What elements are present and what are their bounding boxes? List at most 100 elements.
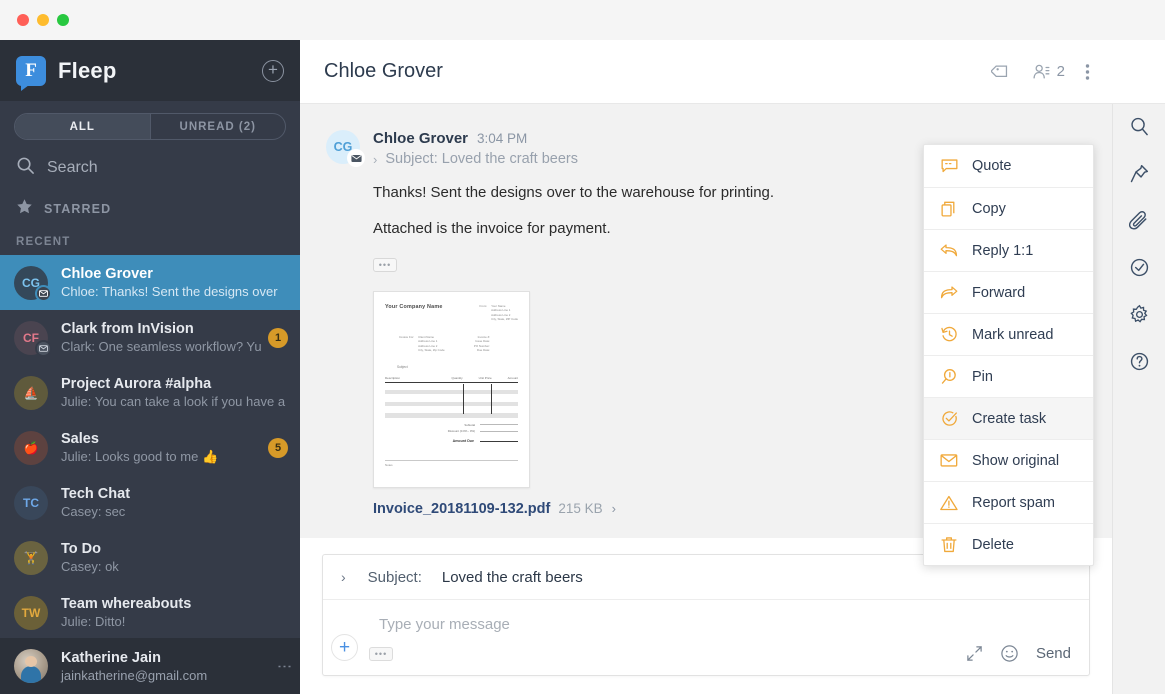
paperclip-icon[interactable]	[1128, 210, 1150, 231]
current-user-bar[interactable]: Katherine Jain jainkatherine@gmail.com ⋮	[0, 638, 300, 694]
filter-tab-all[interactable]: ALL	[15, 114, 150, 139]
minimize-window-button[interactable]	[37, 14, 49, 26]
avatar-initials: TW	[21, 605, 41, 620]
avatar: CG	[326, 130, 365, 167]
message-more-button[interactable]: •••	[373, 257, 397, 272]
compose-placeholder: Type your message	[379, 616, 510, 633]
context-menu-item-create-task[interactable]: Create task	[924, 397, 1093, 439]
context-menu-item-pin[interactable]: Pin	[924, 355, 1093, 397]
conversation-preview: Julie: Ditto!	[61, 614, 126, 629]
context-menu-item-quote[interactable]: Quote	[924, 145, 1093, 187]
quote-icon	[938, 158, 960, 174]
conversation-item-clark-from-invision[interactable]: CF Clark from InVision Clark: One seamle…	[0, 310, 300, 365]
conversation-item-project-aurora-alpha[interactable]: ⛵ Project Aurora #alpha Julie: You can t…	[0, 365, 300, 420]
check-circle-icon[interactable]	[1129, 257, 1150, 278]
conversation-header: Chloe Grover 2	[300, 40, 1112, 104]
email-badge-icon	[35, 284, 52, 302]
context-menu-label: Pin	[972, 368, 993, 385]
invoice-col-amount: Amount	[507, 375, 518, 380]
invoice-totals: Subtotal Discount (0.0% - 0%)	[385, 423, 518, 434]
search-input[interactable]: Search	[0, 146, 300, 190]
email-badge-icon	[347, 149, 365, 167]
members-button[interactable]: 2	[1031, 62, 1065, 82]
search-icon[interactable]	[1129, 116, 1150, 137]
tag-icon[interactable]	[990, 62, 1011, 82]
filter-tab-unread[interactable]: UNREAD (2)	[149, 114, 286, 139]
unread-badge: 1	[268, 327, 288, 348]
compose-format-button[interactable]: •••	[369, 646, 393, 661]
context-menu-item-copy[interactable]: Copy	[924, 187, 1093, 229]
maximize-window-button[interactable]	[57, 14, 69, 26]
expand-icon[interactable]	[966, 645, 983, 662]
context-menu-item-forward[interactable]: Forward	[924, 271, 1093, 313]
window-titlebar	[0, 0, 1165, 40]
context-menu-label: Create task	[972, 410, 1047, 427]
new-conversation-button[interactable]: +	[262, 59, 284, 82]
compose-message-input[interactable]: Type your message	[323, 600, 1089, 634]
attachment-filename[interactable]: Invoice_20181109-132.pdf	[373, 501, 550, 517]
conversation-item-chloe-grover[interactable]: CG Chloe Grover Chloe: Thanks! Sent the …	[0, 255, 300, 310]
forward-icon	[938, 285, 960, 300]
close-window-button[interactable]	[17, 14, 29, 26]
invoice-due-label: Amount Due	[452, 439, 474, 444]
compose-box: › Subject: Loved the craft beers Type yo…	[322, 554, 1090, 676]
attachment-preview[interactable]: Your Company Name From: Your Name Address…	[373, 290, 530, 488]
chevron-right-icon[interactable]: ›	[612, 501, 616, 516]
invoice-subject-label: Subject	[397, 364, 408, 369]
user-name: Katherine Jain	[61, 649, 161, 666]
avatar: CG	[14, 265, 52, 302]
compose-footer: + ••• Send	[323, 634, 1089, 675]
context-menu-label: Forward	[972, 284, 1026, 301]
context-menu-item-reply-1-1[interactable]: Reply 1:1	[924, 229, 1093, 271]
conversation-meta: Tech Chat Casey: sec	[61, 486, 288, 519]
invoice-col-quantity: Quantity	[451, 375, 463, 380]
conversation-preview: Chloe: Thanks! Sent the designs over	[61, 284, 278, 299]
message-context-menu: Quote Copy Reply 1:1 Forward Mark unread…	[923, 144, 1094, 566]
conversation-menu-button[interactable]	[1085, 63, 1090, 81]
emoji-icon[interactable]	[1000, 644, 1019, 663]
compose-subject-input[interactable]: Loved the craft beers	[442, 569, 583, 586]
conversation-meta: Clark from InVision Clark: One seamless …	[61, 321, 268, 354]
copy-icon	[938, 201, 960, 217]
invoice-col-description: Description	[385, 375, 401, 380]
avatar: TW	[14, 595, 48, 630]
context-menu-item-mark-unread[interactable]: Mark unread	[924, 313, 1093, 355]
sidebar-item-starred[interactable]: STARRED	[0, 190, 300, 230]
filter-toggle: ALL UNREAD (2)	[0, 101, 300, 146]
help-icon[interactable]	[1129, 351, 1150, 372]
pin-icon[interactable]	[1129, 163, 1150, 184]
invoice-table: Description Quantity Unit Price Amount	[385, 376, 518, 418]
conversation-item-to-do[interactable]: 🏋 To Do Casey: ok	[0, 530, 300, 585]
send-button[interactable]: Send	[1036, 645, 1071, 662]
context-menu-item-show-original[interactable]: Show original	[924, 439, 1093, 481]
conversation-meta: Team whereabouts Julie: Ditto!	[61, 596, 288, 629]
check-circle-icon	[938, 410, 960, 427]
avatar: TC	[14, 485, 48, 520]
context-menu-item-delete[interactable]: Delete	[924, 523, 1093, 565]
conversation-name: Chloe Grover	[61, 266, 153, 282]
chevron-right-icon[interactable]: ›	[341, 569, 346, 585]
chevron-right-icon: ›	[373, 151, 378, 167]
attach-add-button[interactable]: +	[331, 634, 358, 661]
avatar: 🍎	[14, 430, 48, 465]
avatar-initials: TC	[23, 495, 39, 510]
conversation-item-team-whereabouts[interactable]: TW Team whereabouts Julie: Ditto!	[0, 585, 300, 638]
conversation-item-tech-chat[interactable]: TC Tech Chat Casey: sec	[0, 475, 300, 530]
context-menu-label: Quote	[972, 158, 1012, 174]
thumbs-up-icon: 👍	[201, 448, 219, 464]
conversation-meta: Chloe Grover Chloe: Thanks! Sent the des…	[61, 266, 288, 299]
user-menu-button[interactable]: ⋮	[276, 659, 293, 674]
conversation-preview: Casey: ok	[61, 559, 119, 574]
sidebar: F Fleep + ALL UNREAD (2) Search STARRED …	[0, 40, 300, 694]
page-title: Chloe Grover	[324, 60, 443, 82]
sailboat-icon: ⛵	[23, 385, 39, 400]
conversation-meta: Sales Julie: Looks good to me 👍	[61, 431, 268, 465]
conversation-item-sales[interactable]: 🍎 Sales Julie: Looks good to me 👍 5	[0, 420, 300, 475]
trash-icon	[938, 536, 960, 553]
gear-icon[interactable]	[1129, 304, 1150, 325]
conversation-name: To Do	[61, 541, 101, 557]
invoice-discount-label: Discount (0.0% - 0%)	[447, 429, 475, 434]
context-menu-item-report-spam[interactable]: Report spam	[924, 481, 1093, 523]
invoice-meta-lines: Invoice #: Issue Date: PO Number: Due Date:	[473, 334, 490, 353]
compose-actions: Send	[966, 644, 1071, 663]
